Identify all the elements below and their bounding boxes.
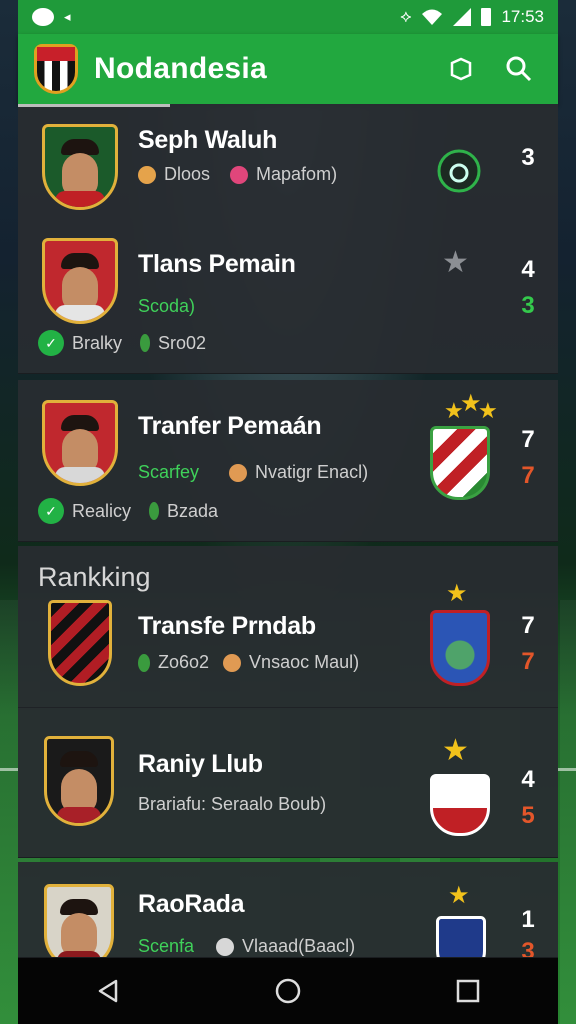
app-logo (34, 44, 78, 94)
player-meta: Zo6o2 Vnsaoc Maul) (138, 652, 359, 673)
tag-icon (140, 334, 151, 352)
stat-value-secondary: 7 (521, 648, 535, 675)
club-badge (430, 774, 490, 836)
refresh-button[interactable] (438, 46, 484, 92)
section-title: Rankking (38, 562, 151, 592)
stat-value: 7 (521, 426, 535, 453)
player-meta: Scarfey Nvatigr Enacl) (138, 462, 369, 482)
player-meta: Brariafu: Seraalo Boub) (138, 794, 327, 814)
notification-icon (32, 8, 54, 26)
player-meta: Dloos Mapafom) (138, 164, 337, 185)
list-panel: Tranfer Pemaán Scarfey Nvatigr Enacl) ✓ … (18, 380, 558, 542)
list-item[interactable]: Tlans Pemain Scoda) ✓ Bralky Sro02 ★ 4 3 (18, 222, 558, 374)
player-avatar (42, 400, 118, 486)
wifi-icon (422, 9, 443, 25)
player-name: Tlans Pemain (138, 250, 296, 278)
club-badge (436, 916, 486, 957)
player-name: Tranfer Pemaán (138, 412, 322, 440)
stat-value: 4 (521, 256, 535, 283)
club-icon (138, 653, 150, 672)
star-icon[interactable]: ★ (442, 248, 469, 278)
star-icon: ★ (478, 398, 498, 423)
clock: 17:53 (501, 7, 544, 26)
club-icon (138, 165, 156, 184)
stat-value: 7 (521, 612, 535, 639)
list-item[interactable]: RaoRada Scenfa Vlaaad(Baacl) ★ 1 3 (18, 862, 558, 958)
cell-signal-icon (453, 8, 472, 26)
list-item[interactable]: Raniy Llub Brariafu: Seraalo Boub) ★ 4 5 (18, 708, 558, 858)
signal-mini-icon: ◂ (64, 9, 71, 24)
player-name: RaoRada (138, 890, 245, 918)
app-bar: Nodandesia (18, 34, 558, 104)
list-item[interactable]: Seph Waluh Dloos Mapafom) 3 (18, 104, 558, 222)
social-tags: ✓ Bralky Sro02 (38, 330, 206, 356)
avatar-mini-icon (223, 653, 242, 672)
recents-button[interactable] (454, 977, 482, 1005)
search-button[interactable] (496, 46, 542, 92)
home-button[interactable] (274, 977, 302, 1005)
player-name: Seph Waluh (138, 126, 278, 154)
player-avatar (44, 736, 114, 826)
club-avatar (48, 600, 112, 686)
stat-value: 3 (521, 144, 535, 171)
stat-value-secondary: 3 (521, 938, 535, 958)
heart-icon (230, 165, 249, 184)
ranking-panel: Rankking Transfe Prndab Zo6o2 Vnsaoc Mau… (18, 546, 558, 858)
star-icon: ★ (448, 882, 470, 909)
player-list: Seph Waluh Dloos Mapafom) 3 Tlans Pemain… (18, 104, 558, 958)
list-item[interactable]: Tranfer Pemaán Scarfey Nvatigr Enacl) ✓ … (18, 380, 558, 542)
tag-icon (149, 502, 160, 520)
player-meta: Scoda) (138, 296, 196, 316)
system-nav-bar (18, 958, 558, 1024)
status-bar: ◂ ⟡ 17:53 (18, 0, 558, 34)
back-button[interactable] (94, 977, 122, 1005)
club-badge (430, 426, 490, 500)
list-panel: RaoRada Scenfa Vlaaad(Baacl) ★ 1 3 (18, 862, 558, 958)
player-avatar (42, 238, 118, 324)
stat-value-secondary: 3 (521, 292, 535, 319)
club-badge (430, 610, 490, 686)
star-icon: ★ (442, 734, 469, 767)
stat-value-secondary: 7 (521, 462, 535, 489)
vibrate-icon: ⟡ (400, 7, 412, 26)
battery-icon (481, 8, 492, 26)
stat-value: 1 (521, 906, 535, 933)
twitter-icon[interactable]: ✓ (38, 498, 64, 524)
player-name: Raniy Llub (138, 750, 263, 778)
app-title: Nodandesia (94, 52, 268, 85)
stat-value: 4 (521, 766, 535, 793)
social-tags: ✓ Realicy Bzada (38, 498, 218, 524)
pitch-line (0, 768, 18, 771)
search-icon (506, 56, 532, 82)
player-avatar (44, 884, 114, 957)
player-avatar (42, 124, 118, 210)
player-name: Transfe Prndab (138, 612, 316, 640)
list-panel: Seph Waluh Dloos Mapafom) 3 Tlans Pemain… (18, 104, 558, 374)
pitch-line (558, 768, 576, 771)
twitter-icon[interactable]: ✓ (38, 330, 64, 356)
ball-icon (216, 937, 235, 956)
star-icon: ★ (446, 580, 468, 607)
sync-icon (450, 57, 472, 81)
list-item[interactable]: Transfe Prndab Zo6o2 Vnsaoc Maul) ★ 7 7 (18, 582, 558, 708)
player-meta: Scenfa Vlaaad(Baacl) (138, 936, 356, 956)
stat-value-secondary: 5 (521, 802, 535, 829)
avatar-mini-icon (229, 463, 248, 482)
club-badge-icon (437, 149, 481, 193)
